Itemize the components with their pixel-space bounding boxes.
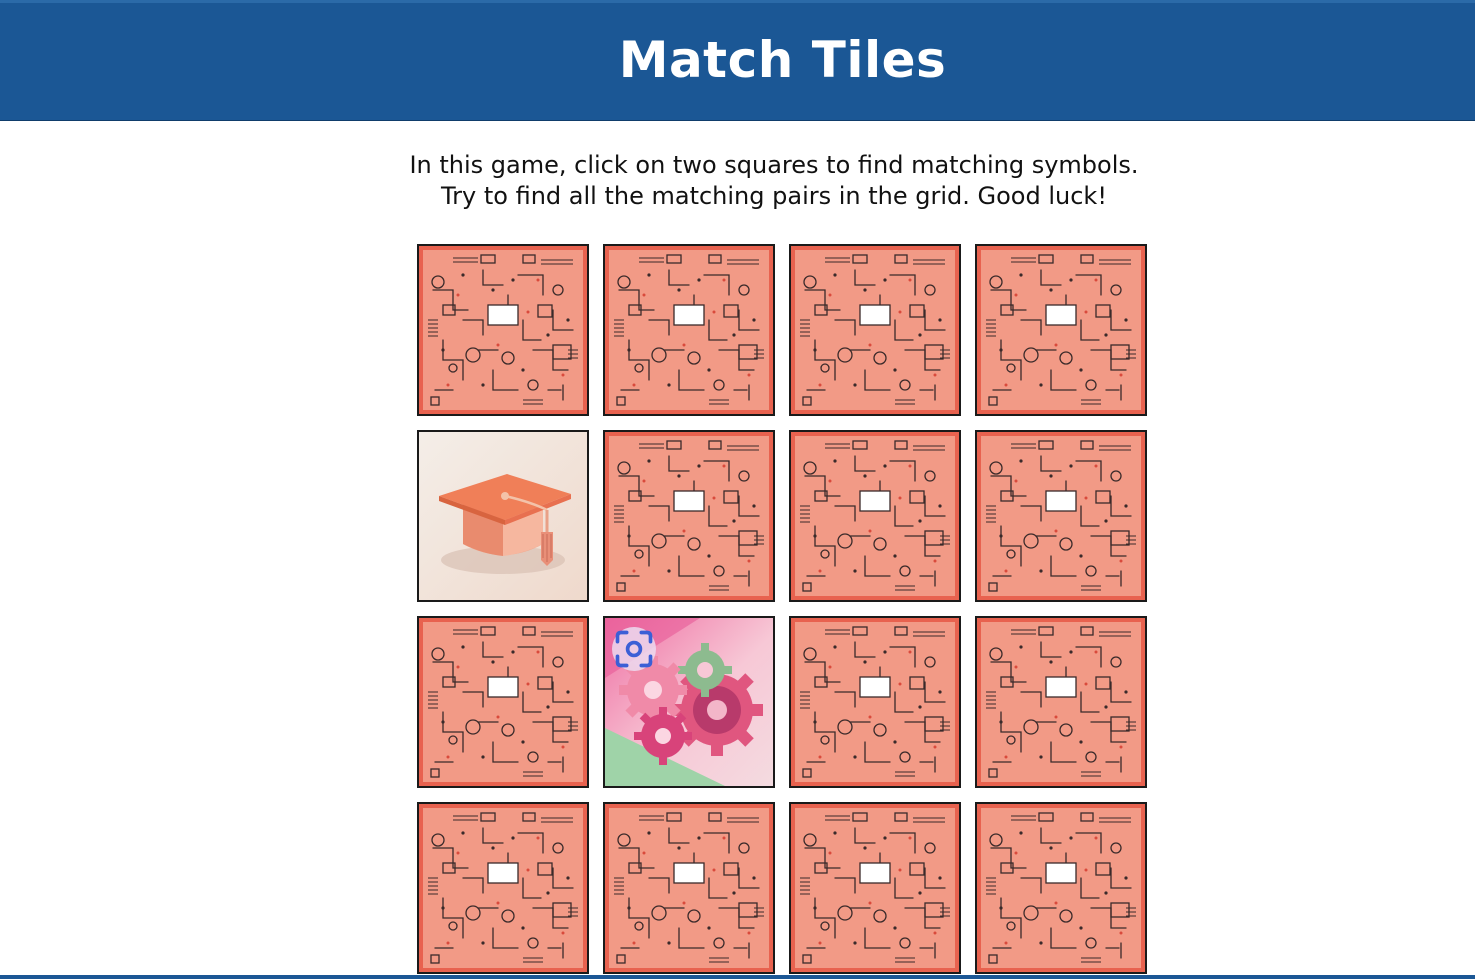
instructions: In this game, click on two squares to fi… [0, 150, 1475, 212]
circuit-pattern-icon [795, 436, 955, 596]
circuit-pattern-icon [981, 622, 1141, 782]
tile-hidden[interactable] [603, 430, 775, 602]
tile-hidden[interactable] [417, 616, 589, 788]
circuit-pattern-icon [423, 250, 583, 410]
visual-search-icon [615, 630, 653, 668]
tile-hidden[interactable] [789, 802, 961, 974]
tile-hidden[interactable] [417, 802, 589, 974]
tile-revealed-gears[interactable] [603, 616, 775, 788]
tile-grid [417, 244, 1147, 974]
tile-hidden[interactable] [975, 616, 1147, 788]
circuit-pattern-icon [423, 622, 583, 782]
circuit-pattern-icon [795, 250, 955, 410]
visual-search-button[interactable] [612, 627, 656, 671]
tile-hidden[interactable] [975, 802, 1147, 974]
tile-hidden[interactable] [603, 802, 775, 974]
circuit-pattern-icon [981, 436, 1141, 596]
instructions-line-1: In this game, click on two squares to fi… [409, 151, 1139, 179]
bottom-border [0, 975, 1475, 979]
page-title: Match Tiles [618, 31, 947, 89]
instructions-line-2: Try to find all the matching pairs in th… [441, 182, 1107, 210]
tile-hidden[interactable] [789, 244, 961, 416]
circuit-pattern-icon [609, 250, 769, 410]
tile-hidden[interactable] [417, 244, 589, 416]
tile-hidden[interactable] [789, 616, 961, 788]
tile-hidden[interactable] [975, 430, 1147, 602]
circuit-pattern-icon [981, 808, 1141, 968]
tile-revealed-graduation-cap[interactable] [417, 430, 589, 602]
tile-hidden[interactable] [789, 430, 961, 602]
circuit-pattern-icon [981, 250, 1141, 410]
header-bar: Match Tiles [0, 0, 1475, 121]
circuit-pattern-icon [795, 808, 955, 968]
tile-hidden[interactable] [603, 244, 775, 416]
circuit-pattern-icon [423, 808, 583, 968]
circuit-pattern-icon [609, 436, 769, 596]
circuit-pattern-icon [609, 808, 769, 968]
circuit-pattern-icon [795, 622, 955, 782]
tile-hidden[interactable] [975, 244, 1147, 416]
graduation-cap-icon [419, 432, 587, 600]
